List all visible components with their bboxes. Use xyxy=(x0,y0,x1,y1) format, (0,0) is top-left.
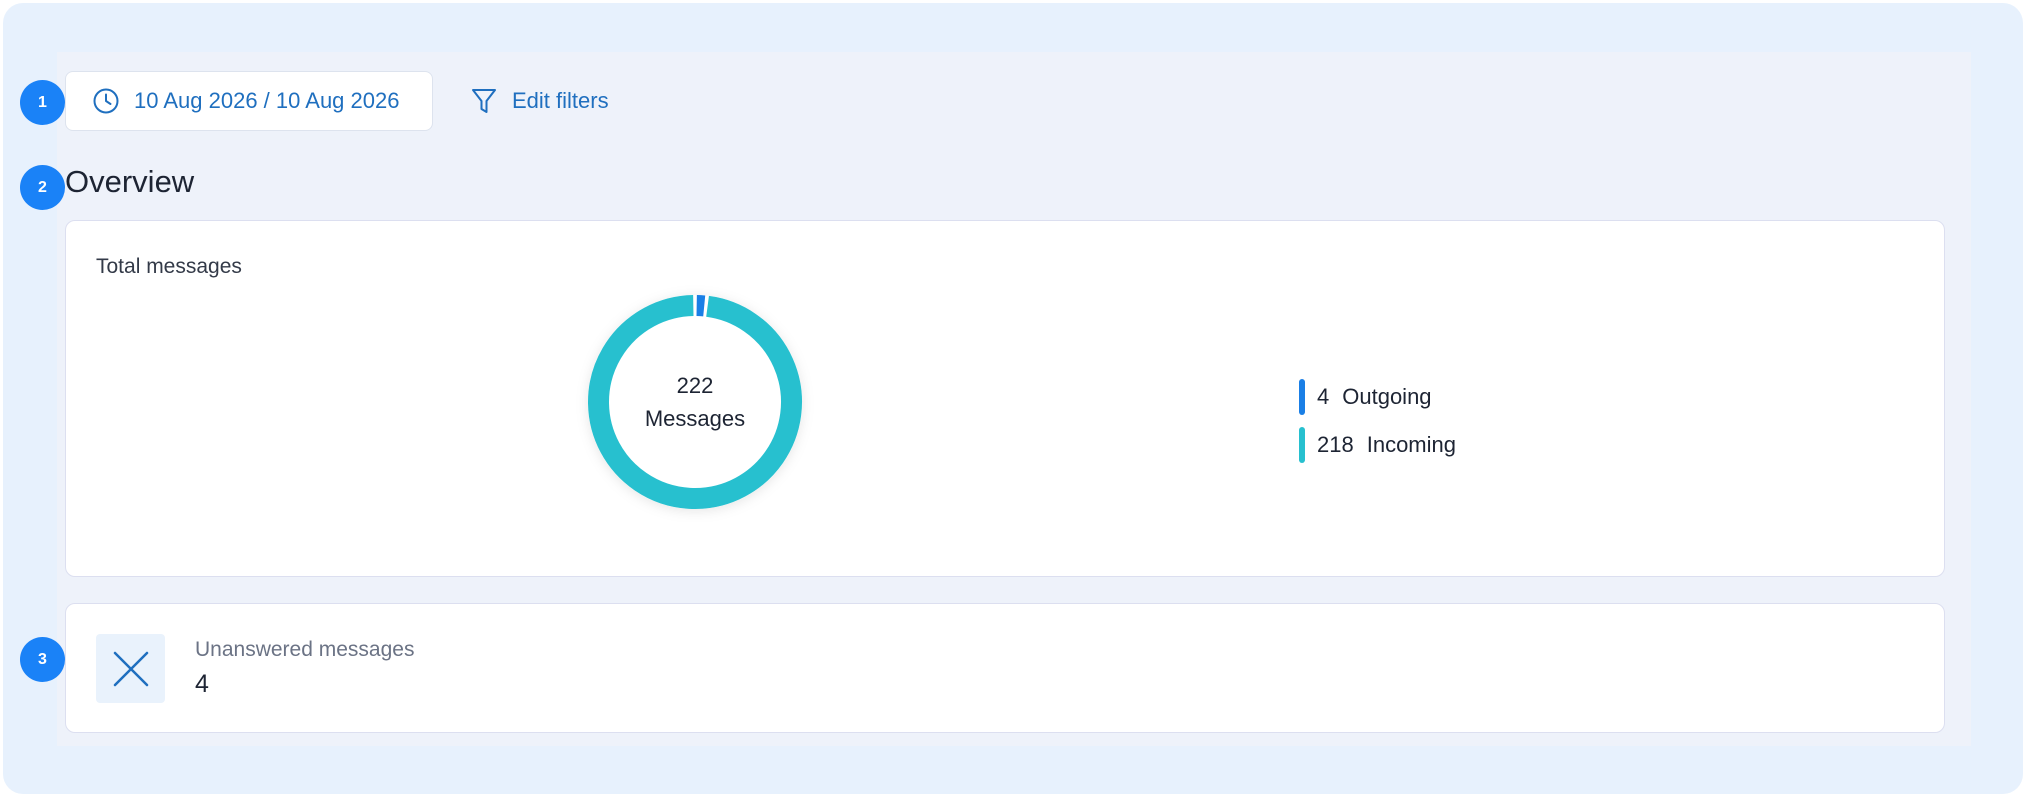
legend-item-outgoing: 4 Outgoing xyxy=(1299,379,1456,415)
step-badge-2: 2 xyxy=(20,165,65,210)
date-range-text: 10 Aug 2026 / 10 Aug 2026 xyxy=(134,88,400,113)
unanswered-value: 4 xyxy=(195,670,209,698)
total-messages-card: Total messages 222 Messages 4 Outgoing 2… xyxy=(65,220,1945,577)
total-messages-value: 222 xyxy=(676,373,714,398)
chart-legend: 4 Outgoing 218 Incoming xyxy=(1299,379,1456,475)
funnel-icon xyxy=(472,89,496,113)
unanswered-messages-card: Unanswered messages 4 xyxy=(65,603,1945,733)
clock-icon xyxy=(93,88,119,114)
legend-swatch-outgoing xyxy=(1299,379,1305,415)
card-title: Total messages xyxy=(96,255,242,278)
close-icon xyxy=(113,651,148,686)
legend-item-incoming: 218 Incoming xyxy=(1299,427,1456,463)
step-badge-3: 3 xyxy=(20,637,65,682)
messages-donut-chart: 222 Messages xyxy=(575,282,815,522)
unanswered-label: Unanswered messages xyxy=(195,638,415,661)
legend-swatch-incoming xyxy=(1299,427,1305,463)
unanswered-icon-box xyxy=(96,634,165,703)
edit-filters-button[interactable]: Edit filters xyxy=(470,80,609,122)
legend-count-outgoing: 4 xyxy=(1317,384,1330,409)
total-messages-unit: Messages xyxy=(644,406,746,431)
section-title-overview: Overview xyxy=(65,164,195,199)
legend-label-incoming: Incoming xyxy=(1366,432,1456,457)
donut-center: 222 Messages xyxy=(575,282,815,522)
legend-count-incoming: 218 xyxy=(1317,432,1354,457)
date-range-button[interactable]: 10 Aug 2026 / 10 Aug 2026 xyxy=(65,71,433,131)
step-badge-1: 1 xyxy=(20,80,65,125)
legend-label-outgoing: Outgoing xyxy=(1342,384,1432,409)
edit-filters-label: Edit filters xyxy=(512,88,609,113)
